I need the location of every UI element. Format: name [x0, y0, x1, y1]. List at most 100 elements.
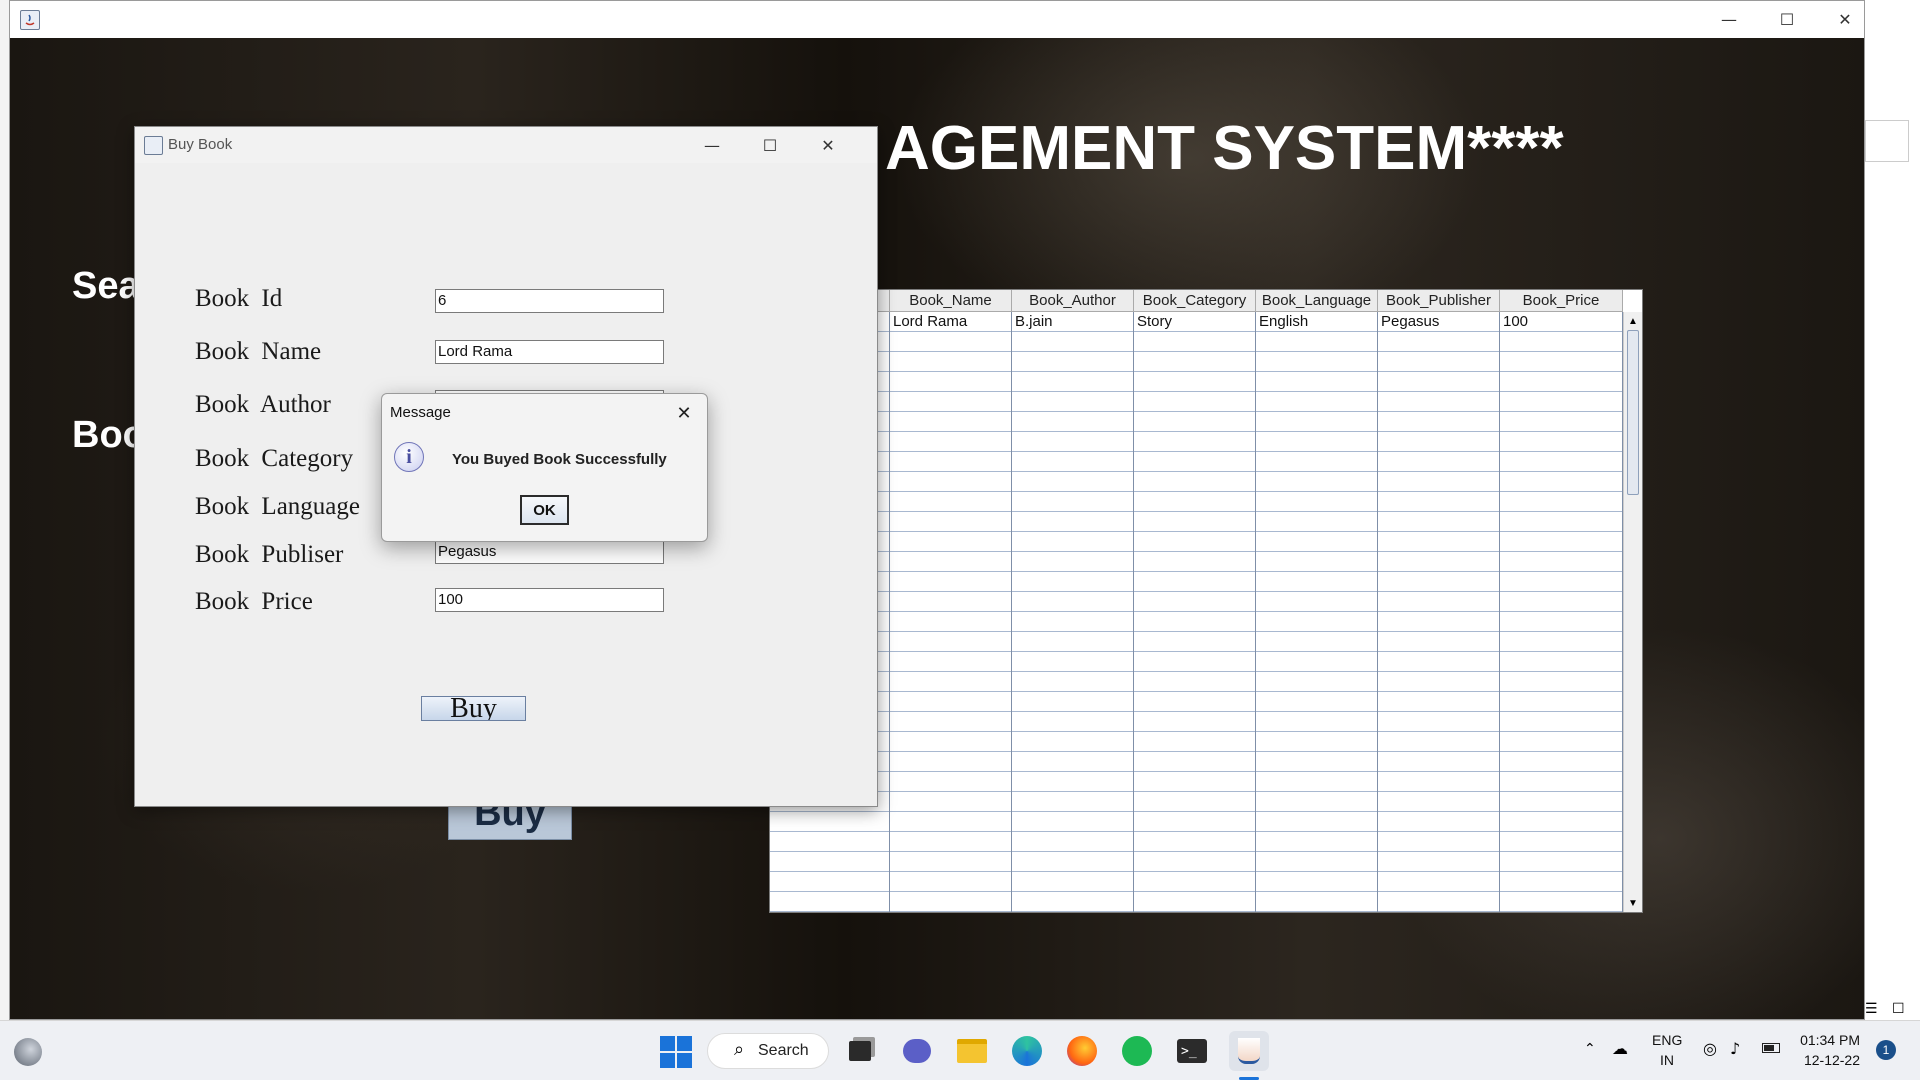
- table-scrollbar[interactable]: ▲ ▼: [1623, 312, 1642, 912]
- table-cell[interactable]: [1256, 372, 1378, 392]
- table-row[interactable]: [770, 412, 1623, 432]
- table-row[interactable]: [770, 712, 1623, 732]
- scroll-down-arrow-icon[interactable]: ▼: [1624, 894, 1642, 912]
- table-row[interactable]: [770, 792, 1623, 812]
- table-cell[interactable]: [1378, 612, 1500, 632]
- table-cell[interactable]: [1378, 632, 1500, 652]
- java-icon[interactable]: [1229, 1031, 1269, 1071]
- table-cell[interactable]: [1256, 352, 1378, 372]
- table-cell[interactable]: [1256, 412, 1378, 432]
- table-cell[interactable]: [890, 472, 1012, 492]
- table-row[interactable]: [770, 492, 1623, 512]
- table-cell[interactable]: [1256, 832, 1378, 852]
- table-cell[interactable]: [1134, 792, 1256, 812]
- onedrive-icon[interactable]: ☁: [1612, 1039, 1628, 1058]
- table-cell[interactable]: [1012, 812, 1134, 832]
- table-cell[interactable]: [1500, 712, 1623, 732]
- maximize-button[interactable]: ☐: [741, 127, 799, 163]
- table-cell[interactable]: [890, 372, 1012, 392]
- table-cell[interactable]: [1012, 892, 1134, 912]
- table-cell[interactable]: [1134, 352, 1256, 372]
- table-cell[interactable]: [1256, 612, 1378, 632]
- table-cell[interactable]: [1378, 432, 1500, 452]
- table-cell[interactable]: [1378, 552, 1500, 572]
- volume-icon[interactable]: ♪: [1730, 1039, 1740, 1058]
- table-cell[interactable]: [1500, 572, 1623, 592]
- table-cell[interactable]: [1256, 652, 1378, 672]
- table-cell[interactable]: [1134, 692, 1256, 712]
- table-cell[interactable]: [1500, 332, 1623, 352]
- table-header-book-publisher[interactable]: Book_Publisher: [1378, 290, 1500, 312]
- table-cell[interactable]: [1256, 492, 1378, 512]
- table-cell[interactable]: [890, 412, 1012, 432]
- table-cell[interactable]: [1500, 532, 1623, 552]
- edge-icon[interactable]: [1009, 1033, 1045, 1069]
- table-cell[interactable]: [1378, 792, 1500, 812]
- table-row[interactable]: [770, 632, 1623, 652]
- table-cell[interactable]: [770, 892, 890, 912]
- table-cell[interactable]: [1500, 632, 1623, 652]
- table-cell[interactable]: [1012, 732, 1134, 752]
- table-row[interactable]: [770, 612, 1623, 632]
- table-cell[interactable]: [890, 652, 1012, 672]
- table-row[interactable]: [770, 452, 1623, 472]
- spotify-icon[interactable]: [1119, 1033, 1155, 1069]
- table-row[interactable]: [770, 732, 1623, 752]
- table-cell[interactable]: [1134, 632, 1256, 652]
- table-cell[interactable]: [1134, 472, 1256, 492]
- table-cell[interactable]: [1012, 372, 1134, 392]
- network-icon[interactable]: ◎: [1703, 1039, 1717, 1058]
- table-cell[interactable]: [1256, 552, 1378, 572]
- table-cell[interactable]: [1500, 432, 1623, 452]
- table-cell[interactable]: [1134, 712, 1256, 732]
- table-cell[interactable]: [1012, 332, 1134, 352]
- table-cell[interactable]: [890, 792, 1012, 812]
- table-cell[interactable]: [1134, 672, 1256, 692]
- table-cell[interactable]: [1012, 352, 1134, 372]
- window-view-icon[interactable]: ☐: [1892, 1000, 1908, 1016]
- table-cell[interactable]: [1012, 832, 1134, 852]
- table-cell[interactable]: [1256, 452, 1378, 472]
- table-cell[interactable]: [1378, 852, 1500, 872]
- table-cell[interactable]: [1256, 712, 1378, 732]
- table-cell[interactable]: [1500, 352, 1623, 372]
- table-cell[interactable]: [890, 532, 1012, 552]
- table-cell[interactable]: [1134, 372, 1256, 392]
- table-cell[interactable]: [1012, 412, 1134, 432]
- table-cell[interactable]: [1012, 432, 1134, 452]
- table-cell[interactable]: [1378, 652, 1500, 672]
- table-cell[interactable]: B.jain: [1012, 312, 1134, 332]
- table-cell[interactable]: [1012, 772, 1134, 792]
- table-cell[interactable]: [1378, 692, 1500, 712]
- table-cell[interactable]: [1012, 852, 1134, 872]
- table-cell[interactable]: [1256, 732, 1378, 752]
- table-cell[interactable]: [1378, 672, 1500, 692]
- ok-button[interactable]: OK: [520, 495, 569, 525]
- table-row[interactable]: [770, 892, 1623, 912]
- table-cell[interactable]: [1012, 632, 1134, 652]
- table-cell[interactable]: [1134, 512, 1256, 532]
- table-cell[interactable]: [1378, 832, 1500, 852]
- table-cell[interactable]: 100: [1500, 312, 1623, 332]
- table-cell[interactable]: [1378, 472, 1500, 492]
- table-cell[interactable]: [1256, 592, 1378, 612]
- table-cell[interactable]: [1256, 792, 1378, 812]
- table-cell[interactable]: [1256, 332, 1378, 352]
- widgets-icon[interactable]: [14, 1038, 42, 1066]
- table-row[interactable]: [770, 332, 1623, 352]
- table-cell[interactable]: [890, 332, 1012, 352]
- table-cell[interactable]: [1500, 492, 1623, 512]
- table-cell[interactable]: [1256, 752, 1378, 772]
- table-cell[interactable]: [1378, 772, 1500, 792]
- table-cell[interactable]: [770, 812, 890, 832]
- table-cell[interactable]: [1012, 472, 1134, 492]
- table-cell[interactable]: [890, 592, 1012, 612]
- buy-button[interactable]: Buy: [421, 696, 526, 721]
- table-cell[interactable]: [890, 672, 1012, 692]
- table-cell[interactable]: [1012, 792, 1134, 812]
- table-cell[interactable]: [890, 812, 1012, 832]
- table-cell[interactable]: English: [1256, 312, 1378, 332]
- book-name-field[interactable]: Lord Rama: [435, 340, 664, 364]
- table-cell[interactable]: [890, 892, 1012, 912]
- table-cell[interactable]: [1500, 612, 1623, 632]
